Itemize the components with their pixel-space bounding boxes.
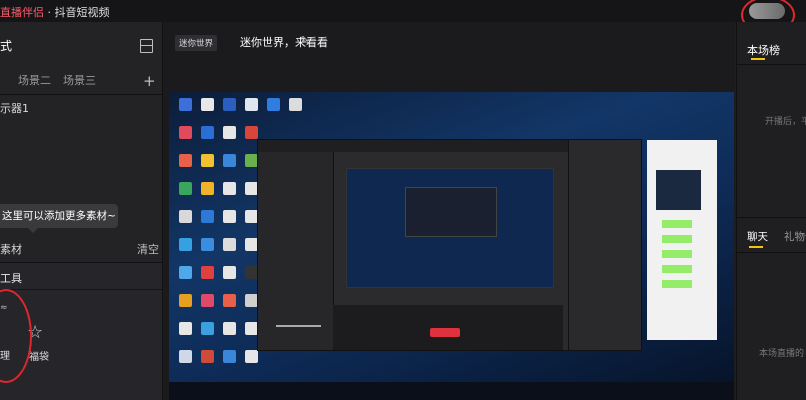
app-icon	[245, 126, 258, 139]
app-icon	[289, 98, 302, 111]
tab-chat[interactable]: 聊天	[747, 229, 768, 244]
clear-button[interactable]: 清空	[137, 241, 159, 257]
lucky-bag-label[interactable]: 福袋	[29, 348, 49, 363]
app-icon	[201, 294, 214, 307]
app-icon	[201, 182, 214, 195]
app-icon	[223, 98, 236, 111]
chat-bubble	[662, 280, 692, 288]
app-icon	[201, 238, 214, 251]
chat-bubble	[662, 265, 692, 273]
title-rest: · 抖音短视频	[44, 6, 110, 19]
app-icon	[245, 350, 258, 363]
title-bar: 直播伴侣 · 抖音短视频	[0, 0, 806, 34]
game-badge: 迷你世界	[175, 35, 218, 51]
app-icon	[179, 126, 192, 139]
image-message	[656, 170, 701, 210]
app-icon	[179, 294, 192, 307]
chat-empty-text: 本场直播的	[759, 349, 805, 359]
tab-scene-3[interactable]: 场景三	[63, 72, 96, 88]
right-panel: 本场榜 开播后，平 聊天 礼物信 本场直播的	[736, 22, 806, 400]
messenger-window	[647, 140, 717, 340]
preview-area: 迷你世界 迷你世界，来看看 ✎	[163, 22, 735, 400]
app-icon	[179, 322, 192, 335]
add-material-tooltip: 这里可以添加更多素材~	[0, 204, 118, 233]
app-icon	[179, 182, 192, 195]
tab-indicator	[751, 58, 765, 60]
scene-tabs: 场景二 场景三 +	[0, 67, 162, 91]
material-row: 素材 清空	[0, 241, 162, 257]
chat-bubble	[662, 220, 692, 228]
app-icon	[201, 350, 214, 363]
divider	[737, 64, 806, 65]
nested-preview	[346, 168, 554, 288]
app-icon	[223, 182, 236, 195]
app-icon	[179, 210, 192, 223]
app-icon	[223, 126, 236, 139]
scene-header: 式	[0, 39, 13, 53]
add-scene-button[interactable]: +	[143, 72, 156, 90]
divider	[737, 252, 806, 253]
taskbar	[169, 382, 734, 400]
app-icon	[179, 238, 192, 251]
captured-desktop	[169, 92, 734, 400]
source-item[interactable]: 示器1	[0, 100, 29, 116]
material-label: 素材	[0, 243, 22, 256]
app-icon	[179, 98, 192, 111]
app-icon	[223, 294, 236, 307]
app-icon	[223, 154, 236, 167]
window-sidebar	[258, 152, 334, 350]
tab-rank[interactable]: 本场榜	[747, 42, 780, 58]
app-icon	[201, 98, 214, 111]
title-accent: 直播伴侣	[0, 6, 44, 19]
app-icon	[223, 266, 236, 279]
stream-title[interactable]: 迷你世界，来看看	[240, 34, 328, 50]
tools-label: 工具	[0, 272, 22, 285]
chat-bubble	[662, 235, 692, 243]
app-icon	[201, 154, 214, 167]
app-icon	[179, 154, 192, 167]
layout-icon[interactable]	[140, 39, 153, 53]
app-icon	[267, 98, 280, 111]
volume-slider	[276, 325, 321, 327]
divider	[0, 289, 162, 290]
divider	[737, 217, 806, 218]
chat-bubble	[662, 250, 692, 258]
app-icon	[179, 266, 192, 279]
divider	[0, 94, 162, 95]
app-icon	[245, 98, 258, 111]
app-icon	[223, 238, 236, 251]
app-icon	[179, 350, 192, 363]
window-title: 直播伴侣 · 抖音短视频	[0, 4, 110, 20]
tab-scene-2[interactable]: 场景二	[18, 72, 51, 88]
rank-empty-text: 开播后，平	[765, 117, 806, 127]
edit-icon[interactable]: ✎	[300, 34, 309, 47]
app-icon	[201, 210, 214, 223]
app-icon	[201, 126, 214, 139]
chat-window	[568, 139, 642, 351]
app-icon	[201, 266, 214, 279]
app-icon	[201, 322, 214, 335]
start-live-button	[430, 328, 460, 337]
tab-gifts[interactable]: 礼物信	[784, 229, 806, 244]
app-icon	[223, 210, 236, 223]
tab-indicator	[749, 246, 763, 248]
app-icon	[223, 322, 236, 335]
nested-window	[405, 187, 497, 237]
app-icon	[223, 350, 236, 363]
